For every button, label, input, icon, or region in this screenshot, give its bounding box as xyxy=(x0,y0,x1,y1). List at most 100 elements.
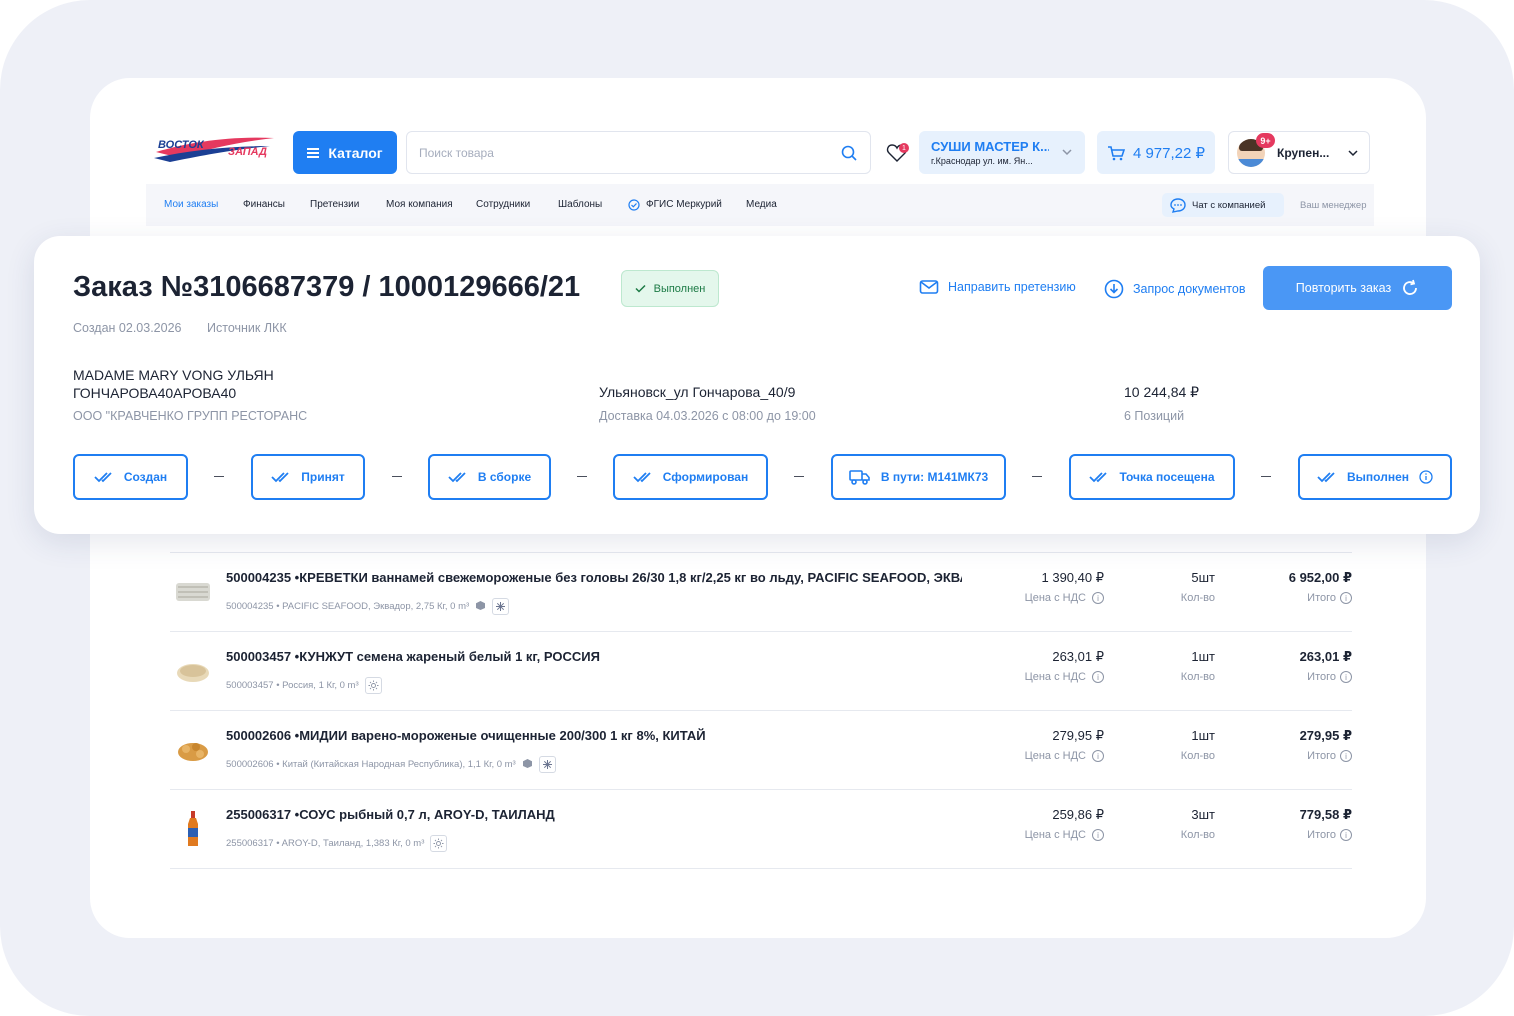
step-accepted[interactable]: Принят xyxy=(251,454,365,500)
repeat-order-button[interactable]: Повторить заказ xyxy=(1263,266,1452,310)
shop-selector[interactable]: СУШИ МАСТЕР К... г.Краснодар ул. им. Ян.… xyxy=(919,131,1085,174)
product-image[interactable] xyxy=(174,573,212,611)
double-check-icon xyxy=(1317,472,1335,483)
step-completed[interactable]: Выполнен xyxy=(1298,454,1452,500)
product-price: 263,01 ₽ xyxy=(1052,649,1104,664)
documents-label: Запрос документов xyxy=(1133,282,1246,296)
product-title[interactable]: 500002606 •МИДИИ варено-мороженые очищен… xyxy=(226,728,962,743)
product-meta-text: 500002606 • Китай (Китайская Народная Ре… xyxy=(226,759,516,770)
double-check-icon xyxy=(271,472,289,483)
subnav-item-employees[interactable]: Сотрудники xyxy=(476,199,530,210)
search-input[interactable]: Поиск товара xyxy=(406,131,871,174)
info-icon[interactable]: i xyxy=(1340,671,1352,683)
subnav-item-finance[interactable]: Финансы xyxy=(243,199,285,210)
svg-text:ВОСТОК: ВОСТОК xyxy=(158,139,205,151)
info-icon[interactable]: i xyxy=(1340,829,1352,841)
cart-button[interactable]: 4 977,22 ₽ xyxy=(1097,131,1215,174)
subnav-item-mercury[interactable]: ФГИС Меркурий xyxy=(646,199,722,210)
menu-icon xyxy=(307,147,320,158)
total-label-text: Итого xyxy=(1307,592,1336,604)
search-icon[interactable] xyxy=(840,144,858,162)
total-label: Итого i xyxy=(1307,592,1352,604)
product-meta-text: 255006317 • AROY-D, Таиланд, 1,383 Кг, 0… xyxy=(226,838,425,849)
product-title[interactable]: 500004235 •КРЕВЕТКИ ваннамей свежемороже… xyxy=(226,570,962,585)
company-logo[interactable]: ВОСТОК ЗАПАД xyxy=(150,128,280,168)
step-in-transit[interactable]: В пути: М141МК73 xyxy=(831,454,1006,500)
step-created[interactable]: Создан xyxy=(73,454,188,500)
product-price: 259,86 ₽ xyxy=(1052,807,1104,822)
step-formed[interactable]: Сформирован xyxy=(613,454,768,500)
step-label: В сборке xyxy=(477,470,532,484)
subnav-item-media[interactable]: Медиа xyxy=(746,199,777,210)
user-menu[interactable]: Крупен... xyxy=(1228,131,1370,174)
product-total: 263,01 ₽ xyxy=(1299,649,1352,664)
price-label: Цена с НДС i xyxy=(1025,829,1104,841)
step-label: Принят xyxy=(301,470,345,484)
created-date: Создан 02.03.2026 xyxy=(73,321,182,335)
snowflake-icon xyxy=(492,598,510,615)
search-placeholder: Поиск товара xyxy=(419,145,494,160)
double-check-icon xyxy=(633,472,651,483)
chat-label: Чат с компанией xyxy=(1192,199,1266,211)
product-row[interactable]: 255006317 •СОУС рыбный 0,7 л, AROY-D, ТА… xyxy=(170,790,1352,869)
info-icon[interactable]: i xyxy=(1092,829,1104,841)
info-icon[interactable]: i xyxy=(1092,671,1104,683)
step-label: Точка посещена xyxy=(1119,470,1215,484)
subnav-item-templates[interactable]: Шаблоны xyxy=(558,199,602,210)
favorites-badge: 1 xyxy=(899,143,909,153)
documents-link[interactable]: Запрос документов xyxy=(1104,279,1246,299)
product-title[interactable]: 500003457 •КУНЖУТ семена жареный белый 1… xyxy=(226,649,962,664)
subnav-item-company[interactable]: Моя компания xyxy=(386,199,453,210)
chevron-down-icon xyxy=(1062,149,1072,156)
product-quantity: 3шт xyxy=(1191,807,1215,822)
positions-count: 6 Позиций xyxy=(1124,409,1185,423)
catalog-button[interactable]: Каталог xyxy=(293,131,397,174)
catalog-label: Каталог xyxy=(328,144,383,161)
product-image[interactable] xyxy=(174,652,212,690)
product-meta: 500004235 • PACIFIC SEAFOOD, Эквадор, 2,… xyxy=(226,598,510,615)
info-icon[interactable]: i xyxy=(1340,592,1352,604)
step-assembly[interactable]: В сборке xyxy=(428,454,551,500)
box-icon xyxy=(475,600,486,614)
double-check-icon xyxy=(448,472,466,483)
product-image[interactable] xyxy=(174,731,212,769)
client-company: ООО "КРАВЧЕНКО ГРУПП РЕСТОРАНС xyxy=(73,409,308,423)
product-price: 1 390,40 ₽ xyxy=(1041,570,1105,585)
product-image[interactable] xyxy=(174,810,212,848)
product-row[interactable]: 500004235 •КРЕВЕТКИ ваннамей свежемороже… xyxy=(170,553,1352,632)
chat-button[interactable]: Чат с компанией xyxy=(1162,193,1284,217)
product-meta: 255006317 • AROY-D, Таиланд, 1,383 Кг, 0… xyxy=(226,835,448,852)
product-total: 279,95 ₽ xyxy=(1299,728,1352,743)
total-label-text: Итого xyxy=(1307,750,1336,762)
info-icon[interactable]: i xyxy=(1340,750,1352,762)
cart-icon xyxy=(1107,145,1125,160)
price-label-text: Цена с НДС xyxy=(1024,671,1086,683)
price-label-text: Цена с НДС xyxy=(1024,750,1086,762)
product-meta-text: 500004235 • PACIFIC SEAFOOD, Эквадор, 2,… xyxy=(226,601,470,612)
product-row[interactable]: 500003457 •КУНЖУТ семена жареный белый 1… xyxy=(170,632,1352,711)
claim-link[interactable]: Направить претензию xyxy=(919,279,1076,295)
step-visited[interactable]: Точка посещена xyxy=(1069,454,1235,500)
total-label: Итого i xyxy=(1307,671,1352,683)
subnav-item-claims[interactable]: Претензии xyxy=(310,199,359,210)
step-label: Выполнен xyxy=(1347,470,1409,484)
chevron-down-icon xyxy=(1348,150,1358,157)
info-icon[interactable]: i xyxy=(1092,750,1104,762)
info-icon[interactable] xyxy=(1419,470,1433,484)
check-icon xyxy=(635,284,646,293)
product-title[interactable]: 255006317 •СОУС рыбный 0,7 л, AROY-D, ТА… xyxy=(226,807,962,822)
product-meta-text: 500003457 • Россия, 1 Кг, 0 m³ xyxy=(226,680,359,691)
user-name: Крупен... xyxy=(1277,145,1330,160)
quantity-label: Кол-во xyxy=(1180,592,1215,604)
sun-icon xyxy=(364,677,382,694)
subnav-item-orders[interactable]: Мои заказы xyxy=(164,199,218,210)
price-label-text: Цена с НДС xyxy=(1024,592,1086,604)
repeat-order-label: Повторить заказ xyxy=(1295,281,1392,295)
truck-icon xyxy=(849,470,870,485)
step-separator xyxy=(794,476,804,477)
total-label: Итого i xyxy=(1307,829,1352,841)
info-icon[interactable]: i xyxy=(1092,592,1104,604)
chat-bubble-icon xyxy=(1170,197,1186,213)
manager-link[interactable]: Ваш менеджер xyxy=(1300,200,1366,211)
product-row[interactable]: 500002606 •МИДИИ варено-мороженые очищен… xyxy=(170,711,1352,790)
